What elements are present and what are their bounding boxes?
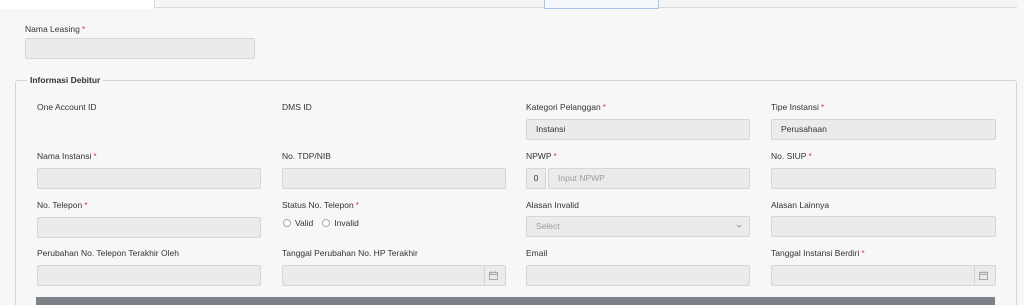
alasan-invalid-label: Alasan Invalid (526, 200, 579, 210)
alasan-invalid-select-value: Select (536, 221, 560, 231)
no-siup-label: No. SIUP * (771, 151, 812, 161)
no-telepon-label-text: No. Telepon (37, 200, 83, 210)
kategori-pelanggan-input[interactable]: Instansi (526, 119, 750, 140)
npwp-input[interactable]: Input NPWP (548, 168, 750, 189)
radio-valid-label: Valid (295, 218, 314, 228)
no-tdp-nib-label: No. TDP/NIB (282, 151, 331, 161)
calendar-divider (974, 266, 975, 285)
no-telepon-label: No. Telepon * (37, 200, 88, 210)
kategori-pelanggan-label: Kategori Pelanggan * (526, 102, 606, 112)
tab-strip (0, 0, 1024, 10)
section-header-bar (36, 297, 995, 305)
required-marker: * (84, 200, 88, 210)
email-label-text: Email (526, 248, 548, 258)
dms-id-label: DMS ID (282, 102, 312, 112)
radio-valid[interactable]: Valid (283, 218, 313, 228)
required-marker: * (81, 24, 86, 34)
nama-leasing-input[interactable] (25, 38, 255, 59)
tab-active[interactable] (0, 0, 155, 9)
status-no-telepon-radio-group: Valid Invalid (283, 218, 359, 228)
calendar-icon[interactable] (979, 271, 988, 280)
email-label: Email (526, 248, 547, 258)
informasi-debitur-legend: Informasi Debitur (27, 75, 104, 85)
alasan-lainnya-label-text: Alasan Lainnya (771, 200, 830, 210)
required-marker: * (93, 151, 97, 161)
kategori-pelanggan-label-text: Kategori Pelanggan (526, 102, 601, 112)
no-telepon-input[interactable] (37, 217, 261, 238)
required-marker: * (602, 102, 606, 112)
required-marker: * (808, 151, 812, 161)
tanggal-perubahan-label-text: Tanggal Perubahan No. HP Terakhir (282, 248, 418, 258)
chevron-down-icon (736, 224, 742, 228)
radio-invalid-circle[interactable] (322, 219, 331, 227)
tanggal-instansi-berdiri-label: Tanggal Instansi Berdiri * (771, 248, 865, 258)
tipe-instansi-input[interactable]: Perusahaan (771, 119, 996, 140)
perubahan-oleh-input[interactable] (37, 265, 261, 286)
required-marker: * (355, 200, 359, 210)
no-tdp-nib-label-text: No. TDP/NIB (282, 151, 331, 161)
status-no-telepon-label: Status No. Telepon * (282, 200, 359, 210)
calendar-divider (484, 266, 485, 285)
tab-selected[interactable] (544, 0, 659, 9)
tanggal-instansi-berdiri-input[interactable] (771, 265, 996, 286)
npwp-label-text: NPWP (526, 151, 552, 161)
nama-leasing-label: Nama Leasing * (25, 24, 85, 34)
no-siup-input[interactable] (771, 168, 996, 189)
perubahan-oleh-label-text: Perubahan No. Telepon Terakhir Oleh (37, 248, 179, 258)
radio-valid-circle[interactable] (283, 219, 291, 227)
tanggal-perubahan-input[interactable] (282, 265, 506, 286)
alasan-lainnya-input[interactable] (771, 216, 996, 237)
email-input[interactable] (526, 265, 750, 286)
required-marker: * (820, 102, 825, 112)
radio-invalid-label: Invalid (334, 218, 359, 228)
no-tdp-nib-input[interactable] (282, 168, 506, 189)
one-account-id-label: One Account ID (37, 102, 97, 112)
no-siup-label-text: No. SIUP (771, 151, 807, 161)
required-marker: * (861, 248, 865, 258)
tanggal-perubahan-label: Tanggal Perubahan No. HP Terakhir (282, 248, 418, 258)
nama-instansi-input[interactable] (37, 168, 261, 189)
perubahan-oleh-label: Perubahan No. Telepon Terakhir Oleh (37, 248, 179, 258)
npwp-label: NPWP * (526, 151, 557, 161)
alasan-invalid-label-text: Alasan Invalid (526, 200, 579, 210)
npwp-prefix: 0 (526, 168, 546, 189)
tipe-instansi-label-text: Tipe Instansi (771, 102, 819, 112)
one-account-id-label-text: One Account ID (37, 102, 97, 112)
alasan-lainnya-label: Alasan Lainnya (771, 200, 829, 210)
nama-instansi-label: Nama Instansi * (37, 151, 97, 161)
status-no-telepon-label-text: Status No. Telepon (282, 200, 354, 210)
tipe-instansi-label: Tipe Instansi * (771, 102, 824, 112)
required-marker: * (553, 151, 557, 161)
alasan-invalid-select[interactable]: Select (526, 216, 750, 237)
dms-id-label-text: DMS ID (282, 102, 312, 112)
nama-leasing-label-text: Nama Leasing (25, 24, 80, 34)
nama-instansi-label-text: Nama Instansi (37, 151, 92, 161)
tanggal-instansi-berdiri-label-text: Tanggal Instansi Berdiri (771, 248, 860, 258)
radio-invalid[interactable]: Invalid (322, 218, 359, 228)
calendar-icon[interactable] (489, 271, 498, 280)
